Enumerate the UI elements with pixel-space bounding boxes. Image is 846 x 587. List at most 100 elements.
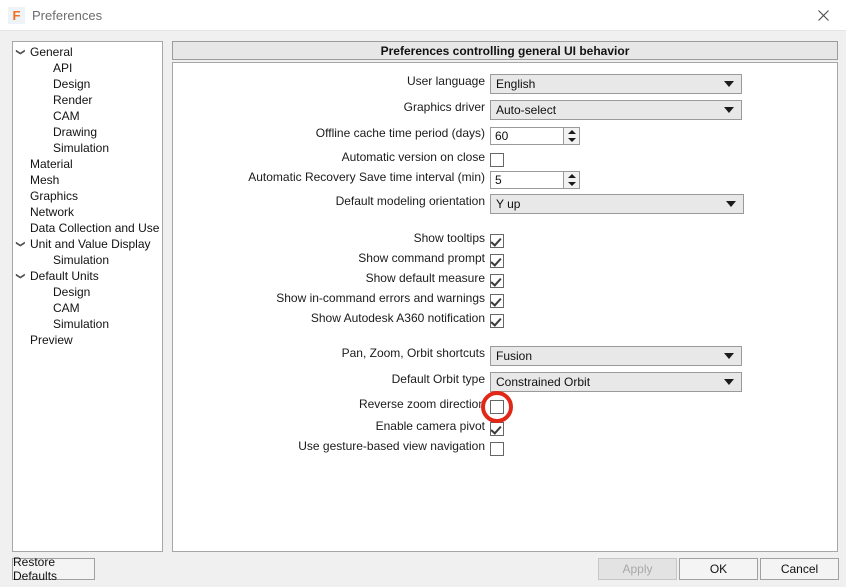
spinner-stepper[interactable] [563,128,579,144]
combobox-default-modeling-orientation[interactable]: Y up [490,194,744,214]
sidebar-item-label: Design [53,77,91,91]
sidebar-item-mesh[interactable]: Mesh [13,172,162,188]
field-label-show-autodesk-a360-notification: Show Autodesk A360 notification [310,311,485,325]
sidebar-item-design[interactable]: Design [13,76,162,92]
field-label-default-modeling-orientation: Default modeling orientation [335,194,485,208]
chevron-down-icon[interactable] [726,201,736,207]
caret-up-icon[interactable] [567,174,576,178]
panel-header: Preferences controlling general UI behav… [172,41,838,60]
sidebar-item-simulation[interactable]: Simulation [13,252,162,268]
sidebar-item-label: Simulation [53,253,110,267]
sidebar-item-label: Drawing [53,125,98,139]
sidebar-item-material[interactable]: Material [13,156,162,172]
chevron-down-icon[interactable]: ❯ [13,268,29,284]
field-label-default-orbit-type: Default Orbit type [391,372,485,386]
preferences-form-panel: User language Graphics driver Offline cach… [172,62,838,552]
sidebar-item-label: Mesh [30,173,60,187]
caret-up-icon[interactable] [567,130,576,134]
sidebar-item-label: Unit and Value Display [30,237,151,251]
field-label-reverse-zoom-direction: Reverse zoom direction [358,397,485,411]
field-label-graphics-driver: Graphics driver [403,100,485,114]
title-bar: F Preferences [0,0,846,31]
chevron-down-icon[interactable] [724,81,734,87]
combobox-graphics-driver[interactable]: Auto-select [490,100,742,120]
sidebar-item-label: Simulation [53,141,110,155]
field-label-automatic-version-on-close: Automatic version on close [341,150,485,164]
sidebar-item-label: Default Units [30,269,99,283]
sidebar-item-network[interactable]: Network [13,204,162,220]
sidebar-item-render[interactable]: Render [13,92,162,108]
sidebar-item-simulation[interactable]: Simulation [13,316,162,332]
sidebar-item-preview[interactable]: Preview [13,332,162,348]
restore-defaults-button[interactable]: Restore Defaults [12,555,95,583]
checkbox-show-autodesk-a360-notification[interactable] [490,314,504,328]
sidebar-item-label: Render [53,93,93,107]
checkbox-show-default-measure[interactable] [490,274,504,288]
cancel-button[interactable]: Cancel [760,558,839,580]
spinner-automatic-recovery-save-time-interval-min[interactable]: 5 [490,171,580,189]
sidebar-item-label: CAM [53,301,80,315]
sidebar-item-cam[interactable]: CAM [13,108,162,124]
field-label-automatic-recovery-save-time-interval-min: Automatic Recovery Save time interval (m… [248,170,485,184]
sidebar-item-label: Design [53,285,91,299]
ok-button[interactable]: OK [679,558,758,580]
checkbox-show-command-prompt[interactable] [490,254,504,268]
sidebar-item-unit-and-value-display[interactable]: ❯ Unit and Value Display [13,236,162,252]
field-label-show-in-command-errors-and-warnings: Show in-command errors and warnings [276,291,485,305]
sidebar-item-api[interactable]: API [13,60,162,76]
checkbox-use-gesture-based-view-navigation[interactable] [490,442,504,456]
field-label-show-default-measure: Show default measure [365,271,485,285]
chevron-down-icon[interactable]: ❯ [13,44,29,60]
combobox-value: Y up [496,197,521,211]
checkbox-show-tooltips[interactable] [490,234,504,248]
checkbox-automatic-version-on-close[interactable] [490,153,504,167]
field-label-show-command-prompt: Show command prompt [358,251,485,265]
spinner-stepper[interactable] [563,172,579,188]
chevron-down-icon[interactable] [724,353,734,359]
field-label-show-tooltips: Show tooltips [413,231,485,245]
sidebar-item-default-units[interactable]: ❯ Default Units [13,268,162,284]
apply-button[interactable]: Apply [598,558,677,580]
field-label-user-language: User language [406,74,485,88]
combobox-value: Fusion [496,349,533,363]
sidebar-item-label: General [30,45,73,59]
combobox-user-language[interactable]: English [490,74,742,94]
field-label-enable-camera-pivot: Enable camera pivot [375,419,485,433]
combobox-value: English [496,77,536,91]
sidebar-item-label: API [53,61,73,75]
close-icon[interactable] [800,0,846,31]
chevron-down-icon[interactable]: ❯ [13,236,29,252]
sidebar-item-label: Material [30,157,73,171]
fusion-f-icon: F [8,7,25,24]
field-label-use-gesture-based-view-navigation: Use gesture-based view navigation [298,439,485,453]
sidebar-item-graphics[interactable]: Graphics [13,188,162,204]
caret-down-icon[interactable] [567,138,576,142]
checkbox-reverse-zoom-direction[interactable] [490,400,504,414]
fusion-f-glyph: F [12,8,21,23]
checkbox-show-in-command-errors-and-warnings[interactable] [490,294,504,308]
preferences-category-tree[interactable]: ❯ General API Design Render CAM Drawing Simulat… [12,41,163,552]
sidebar-item-label: CAM [53,109,80,123]
sidebar-item-label: Network [30,205,75,219]
field-label-offline-cache-time-period-days: Offline cache time period (days) [315,126,485,140]
sidebar-item-data-collection-and-use[interactable]: Data Collection and Use [13,220,162,236]
sidebar-item-label: Simulation [53,317,110,331]
sidebar-item-drawing[interactable]: Drawing [13,124,162,140]
chevron-down-icon[interactable] [724,107,734,113]
sidebar-item-cam[interactable]: CAM [13,300,162,316]
spinner-value: 60 [495,129,509,143]
sidebar-item-simulation[interactable]: Simulation [13,140,162,156]
restore-defaults-label: Restore Defaults [13,555,58,583]
sidebar-item-design[interactable]: Design [13,284,162,300]
combobox-default-orbit-type[interactable]: Constrained Orbit [490,372,742,392]
apply-label: Apply [622,562,653,576]
caret-down-icon[interactable] [567,182,576,186]
combobox-pan-zoom-orbit-shortcuts[interactable]: Fusion [490,346,742,366]
window-title: Preferences [32,8,103,23]
checkbox-enable-camera-pivot[interactable] [490,422,504,436]
cancel-label: Cancel [780,562,819,576]
spinner-offline-cache-time-period-days[interactable]: 60 [490,127,580,145]
sidebar-item-general[interactable]: ❯ General [13,44,162,60]
panel-header-label: Preferences controlling general UI behav… [380,43,630,58]
chevron-down-icon[interactable] [724,379,734,385]
